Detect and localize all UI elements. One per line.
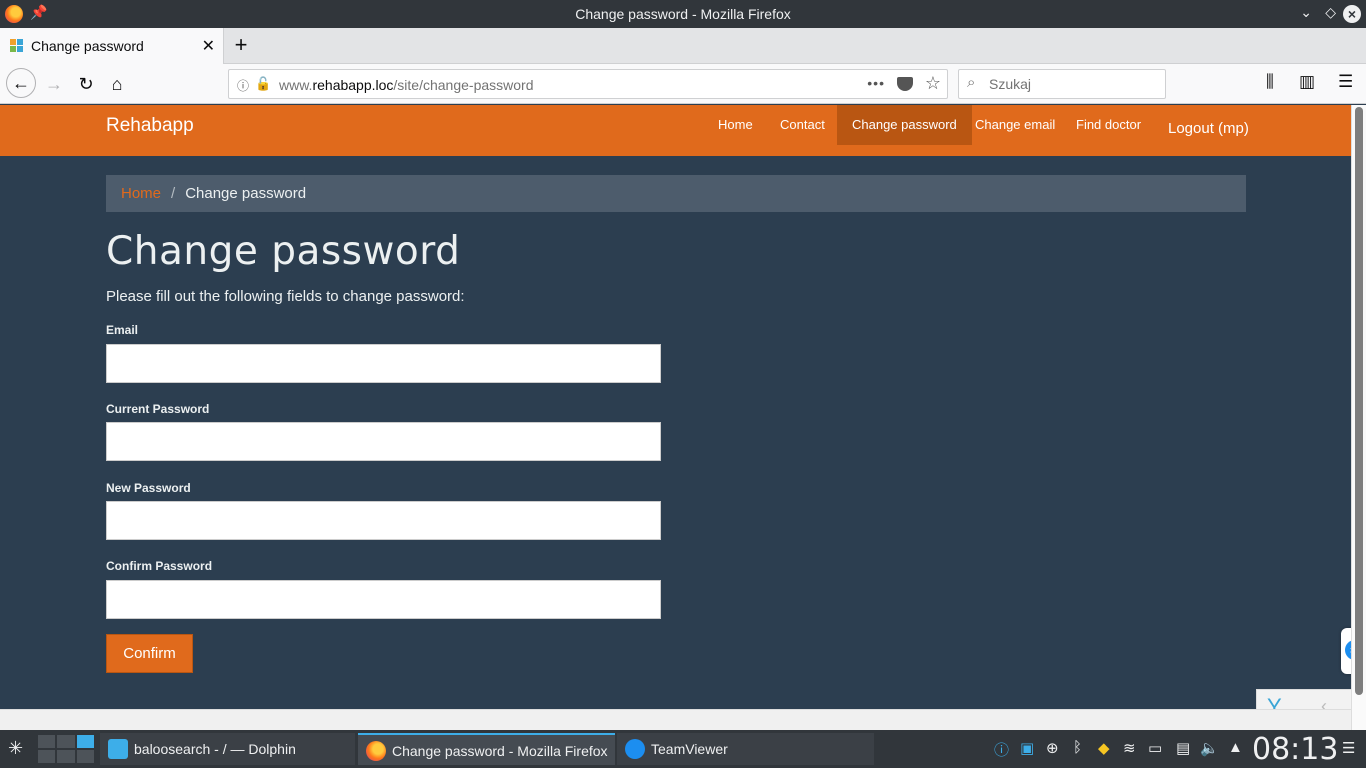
new-password-label: New Password [106,481,191,495]
email-field[interactable] [106,344,661,383]
email-label: Email [106,323,139,337]
yii-favicon-icon [10,39,24,53]
url-bar[interactable]: ⓘ 🔓 www.rehabapp.loc/site/change-passwor… [228,69,948,99]
window-titlebar: 📌 Change password - Mozilla Firefox ⌄ ◇ … [0,0,1366,28]
page-title: Change password [106,229,461,274]
pocket-icon[interactable] [897,77,913,91]
breadcrumb: Home / Change password [106,175,1246,212]
task-firefox[interactable]: Change password - Mozilla Firefox [358,733,615,765]
confirm-password-label: Confirm Password [106,559,213,573]
tab-strip: Change password ✕ + [0,28,1366,64]
site-brand[interactable]: Rehabapp [106,115,194,137]
info-icon[interactable]: ⓘ [237,77,249,94]
current-password-field[interactable] [106,422,661,461]
url-text[interactable]: www.rehabapp.loc/site/change-password [279,77,533,93]
app-launcher-icon[interactable]: ✳ [8,738,23,759]
maximize-diamond-icon[interactable]: ◇ [1325,4,1336,21]
page-scrollbar[interactable] [1351,105,1366,730]
virtual-desktop-pager[interactable] [38,735,94,763]
breadcrumb-current: Change password [185,185,307,202]
nav-change-email[interactable]: Change email [960,105,1070,145]
tab-title: Change password [31,38,144,54]
wifi-icon[interactable]: ≋ [1123,739,1136,757]
reload-button[interactable]: ↻ [72,70,100,98]
breadcrumb-separator: / [171,185,176,202]
yii-logo-icon[interactable]: Y [1267,694,1282,709]
current-password-label: Current Password [106,402,210,416]
tray-info-icon[interactable]: ⓘ [994,739,1009,760]
clock[interactable]: 08:13 [1252,732,1338,767]
confirm-password-field[interactable] [106,580,661,619]
yii-debug-toolbar[interactable]: Y ‹ [1256,689,1351,709]
nav-contact[interactable]: Contact [765,105,840,145]
tab-change-password[interactable]: Change password ✕ [0,28,224,64]
tray-notes-icon[interactable]: ▣ [1020,739,1034,757]
nav-find-doctor[interactable]: Find doctor [1061,105,1156,145]
teamviewer-icon [625,739,645,759]
page-viewport: Rehabapp Home Contact Change password Ch… [0,105,1351,709]
battery-icon[interactable]: ▭ [1148,739,1162,757]
search-box[interactable]: ⌕ [958,69,1166,99]
tab-close-icon[interactable]: ✕ [202,36,215,56]
logout-link[interactable]: Logout (mp) [1168,120,1249,137]
nav-home[interactable]: Home [703,105,768,145]
tray-app-icon[interactable]: ◆ [1098,739,1110,757]
page-intro: Please fill out the following fields to … [106,288,465,305]
bookmark-star-icon[interactable]: ☆ [925,73,941,94]
task-dolphin[interactable]: baloosearch - / — Dolphin [100,733,355,765]
task-firefox-label: Change password - Mozilla Firefox [392,743,608,759]
nav-toolbar: ← → ↻ ⌂ ⓘ 🔓 www.rehabapp.loc/site/change… [0,64,1366,104]
page-actions-button[interactable]: ••• [867,75,885,91]
browser-bottom-strip [0,709,1351,730]
site-navbar: Rehabapp Home Contact Change password Ch… [0,105,1351,156]
firefox-icon [366,741,386,761]
task-dolphin-label: baloosearch - / — Dolphin [134,741,296,757]
confirm-button[interactable]: Confirm [106,634,193,673]
minimize-chevron-icon[interactable]: ⌄ [1300,4,1312,21]
tray-expand-icon[interactable]: ▲ [1228,739,1243,756]
sidebar-icon[interactable]: ▥ [1299,72,1315,92]
collapse-chevron-icon[interactable]: ‹ [1321,696,1327,709]
back-button[interactable]: ← [6,68,36,98]
bluetooth-icon[interactable]: ᛒ [1073,739,1082,756]
menu-icon[interactable]: ☰ [1338,72,1353,92]
nav-change-password[interactable]: Change password [837,105,972,145]
window-close-button[interactable]: × [1343,5,1361,23]
breadcrumb-home[interactable]: Home [121,185,161,202]
library-icon[interactable]: ⫼ [1266,72,1274,92]
clipboard-icon[interactable]: ▤ [1176,739,1190,757]
task-teamviewer-label: TeamViewer [651,741,728,757]
tray-updates-icon[interactable]: ⊕ [1046,739,1059,757]
home-button[interactable]: ⌂ [103,70,131,98]
task-teamviewer[interactable]: TeamViewer [617,733,874,765]
forward-button[interactable]: → [40,70,68,98]
dolphin-folder-icon [108,739,128,759]
window-title: Change password - Mozilla Firefox [575,6,791,22]
new-password-field[interactable] [106,501,661,540]
search-input[interactable] [989,76,1159,92]
insecure-lock-icon[interactable]: 🔓 [255,76,271,92]
volume-icon[interactable]: 🔈 [1200,739,1219,757]
search-icon: ⌕ [967,74,976,91]
panel-menu-icon[interactable]: ☰ [1342,739,1355,757]
taskbar: ✳ baloosearch - / — Dolphin Change passw… [0,730,1366,768]
scrollbar-thumb[interactable] [1355,107,1363,695]
new-tab-button[interactable]: + [230,32,252,58]
